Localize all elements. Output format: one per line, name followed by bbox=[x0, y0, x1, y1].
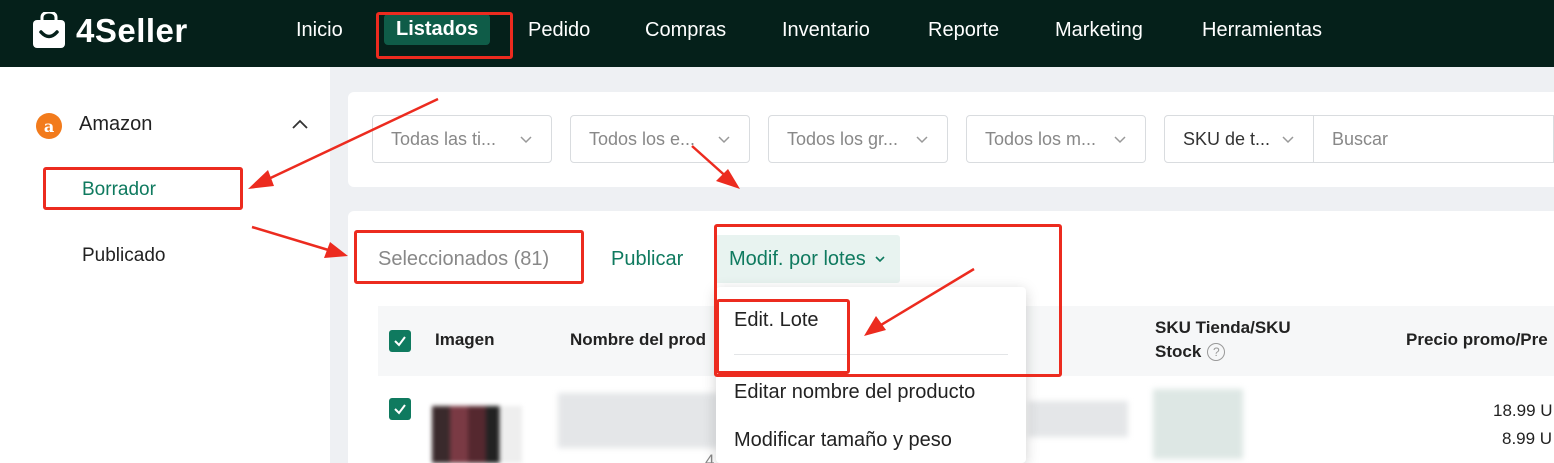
annotation-arrows bbox=[248, 97, 975, 336]
page: 4Seller Inicio Listados Pedido Compras I… bbox=[0, 0, 1554, 463]
